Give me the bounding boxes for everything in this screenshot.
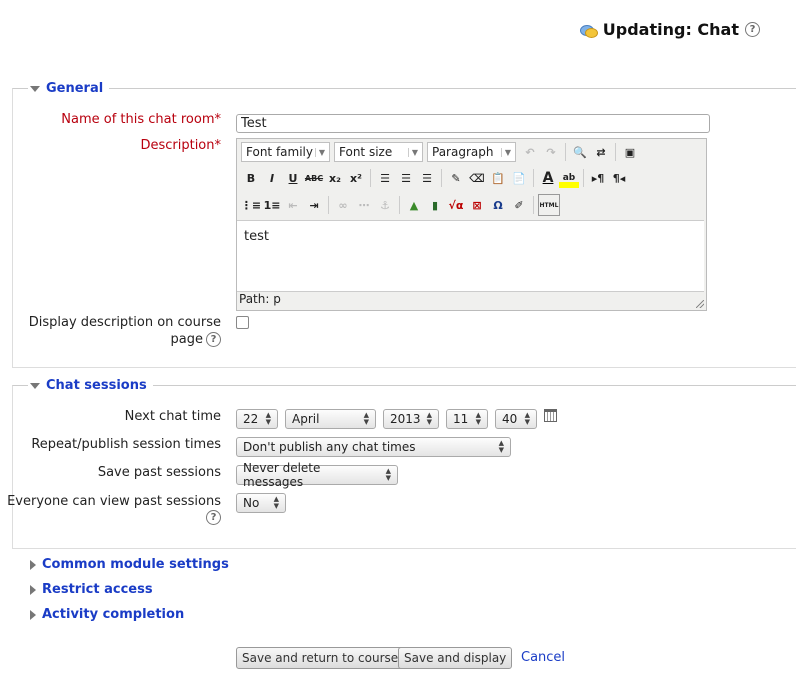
eraser-icon[interactable]: ⌫ bbox=[467, 168, 487, 188]
everyone-view-label: Everyone can view past sessions ? bbox=[7, 494, 221, 525]
collapsed-icon bbox=[30, 559, 36, 570]
common-module-settings-section[interactable]: Common module settings bbox=[28, 557, 235, 572]
anchor-icon[interactable]: ⚓ bbox=[375, 195, 395, 215]
media-icon[interactable]: ▮ bbox=[425, 195, 445, 215]
activity-completion-section[interactable]: Activity completion bbox=[28, 607, 191, 622]
restrict-access-section[interactable]: Restrict access bbox=[28, 582, 159, 597]
editor-path: Path: p bbox=[239, 292, 281, 306]
name-label: Name of this chat room* bbox=[61, 112, 221, 127]
chat-icon bbox=[579, 23, 598, 38]
edit-html-icon[interactable]: ✐ bbox=[509, 195, 529, 215]
strikethrough-icon[interactable]: ABC bbox=[304, 168, 324, 188]
display-description-checkbox[interactable] bbox=[236, 316, 249, 329]
expand-icon bbox=[30, 382, 40, 389]
chat-sessions-legend[interactable]: Chat sessions bbox=[28, 378, 153, 393]
editor-content-area[interactable]: test bbox=[237, 220, 704, 292]
minute-select[interactable]: 40 ▲ ▼ bbox=[495, 409, 537, 429]
repeat-label: Repeat/publish session times bbox=[31, 437, 221, 452]
underline-icon[interactable]: U bbox=[283, 168, 303, 188]
month-select[interactable]: April ▲ ▼ bbox=[285, 409, 376, 429]
special-char-icon[interactable]: Ω bbox=[488, 195, 508, 215]
html-source-icon[interactable]: HTML bbox=[538, 194, 560, 216]
highlight-color-icon[interactable]: ab bbox=[559, 168, 579, 188]
next-chat-time-label: Next chat time bbox=[124, 409, 221, 424]
page-heading: Updating: Chat ? bbox=[579, 20, 760, 39]
calendar-icon[interactable] bbox=[544, 409, 557, 422]
collapsed-icon bbox=[30, 584, 36, 595]
bullet-list-icon[interactable]: ⋮≡ bbox=[241, 195, 261, 215]
subscript-icon[interactable]: x₂ bbox=[325, 168, 345, 188]
rtl-icon[interactable]: ¶◂ bbox=[609, 168, 629, 188]
expand-icon bbox=[30, 85, 40, 92]
display-description-label: Display description on course page? bbox=[28, 315, 221, 347]
search-icon[interactable]: 🔍 bbox=[570, 142, 590, 162]
indent-icon[interactable]: ⇥ bbox=[304, 195, 324, 215]
cleanup-icon[interactable]: ✎ bbox=[446, 168, 466, 188]
undo-icon[interactable]: ↶ bbox=[520, 142, 540, 162]
editor-toolbar-row-2: B I U ABC x₂ x² ☰ ☰ ☰ ✎ ⌫ 📋 📄 A ab ▸¶ ¶◂ bbox=[241, 168, 629, 188]
help-icon[interactable]: ? bbox=[745, 22, 760, 37]
save-and-display-button[interactable]: Save and display bbox=[398, 647, 513, 669]
hour-select[interactable]: 11 ▲ ▼ bbox=[446, 409, 488, 429]
text-color-icon[interactable]: A bbox=[538, 168, 558, 188]
link-icon[interactable]: ∞ bbox=[333, 195, 353, 215]
year-select[interactable]: 2013 ▲ ▼ bbox=[383, 409, 439, 429]
paste-text-icon[interactable]: 📋 bbox=[488, 168, 508, 188]
ltr-icon[interactable]: ▸¶ bbox=[588, 168, 608, 188]
resize-handle-icon[interactable] bbox=[696, 300, 704, 308]
align-left-icon[interactable]: ☰ bbox=[375, 168, 395, 188]
help-icon[interactable]: ? bbox=[206, 510, 221, 525]
bold-icon[interactable]: B bbox=[241, 168, 261, 188]
page-title: Updating: Chat bbox=[602, 20, 739, 39]
nolink-icon[interactable]: ⊠ bbox=[467, 195, 487, 215]
redo-icon[interactable]: ↷ bbox=[541, 142, 561, 162]
italic-icon[interactable]: I bbox=[262, 168, 282, 188]
cancel-link[interactable]: Cancel bbox=[521, 650, 565, 665]
equation-icon[interactable]: √α bbox=[446, 195, 466, 215]
numbered-list-icon[interactable]: 1≡ bbox=[262, 195, 282, 215]
replace-icon[interactable]: ⇄ bbox=[591, 142, 611, 162]
everyone-view-select[interactable]: No ▲ ▼ bbox=[236, 493, 286, 513]
font-size-select[interactable]: Font size ▼ bbox=[334, 142, 423, 162]
image-icon[interactable]: ▲ bbox=[404, 195, 424, 215]
outdent-icon[interactable]: ⇤ bbox=[283, 195, 303, 215]
collapsed-icon bbox=[30, 609, 36, 620]
save-past-label: Save past sessions bbox=[97, 465, 221, 480]
fullscreen-icon[interactable]: ▣ bbox=[620, 142, 640, 162]
editor-toolbar-row-1: Font family ▼ Font size ▼ Paragraph ▼ ↶ ↷ 🔍… bbox=[241, 142, 640, 162]
editor-toolbar-row-3: ⋮≡ 1≡ ⇤ ⇥ ∞ ⋯ ⚓ ▲ ▮ √α ⊠ Ω ✐ HTML bbox=[241, 194, 560, 216]
general-legend[interactable]: General bbox=[28, 81, 110, 96]
description-editor: Font family ▼ Font size ▼ Paragraph ▼ ↶ ↷ 🔍… bbox=[236, 138, 707, 311]
superscript-icon[interactable]: x² bbox=[346, 168, 366, 188]
chat-name-input[interactable] bbox=[236, 114, 710, 133]
save-past-select[interactable]: Never delete messages ▲ ▼ bbox=[236, 461, 398, 489]
help-icon[interactable]: ? bbox=[206, 332, 221, 347]
day-select[interactable]: 22 ▲ ▼ bbox=[236, 409, 278, 429]
font-family-select[interactable]: Font family ▼ bbox=[241, 142, 330, 162]
unlink-icon[interactable]: ⋯ bbox=[354, 195, 374, 215]
paste-word-icon[interactable]: 📄 bbox=[509, 168, 529, 188]
align-center-icon[interactable]: ☰ bbox=[396, 168, 416, 188]
repeat-select[interactable]: Don't publish any chat times ▲ ▼ bbox=[236, 437, 511, 457]
editor-content-text: test bbox=[244, 229, 269, 244]
align-right-icon[interactable]: ☰ bbox=[417, 168, 437, 188]
description-label: Description* bbox=[140, 138, 221, 153]
format-select[interactable]: Paragraph ▼ bbox=[427, 142, 516, 162]
save-and-return-button[interactable]: Save and return to course bbox=[236, 647, 405, 669]
